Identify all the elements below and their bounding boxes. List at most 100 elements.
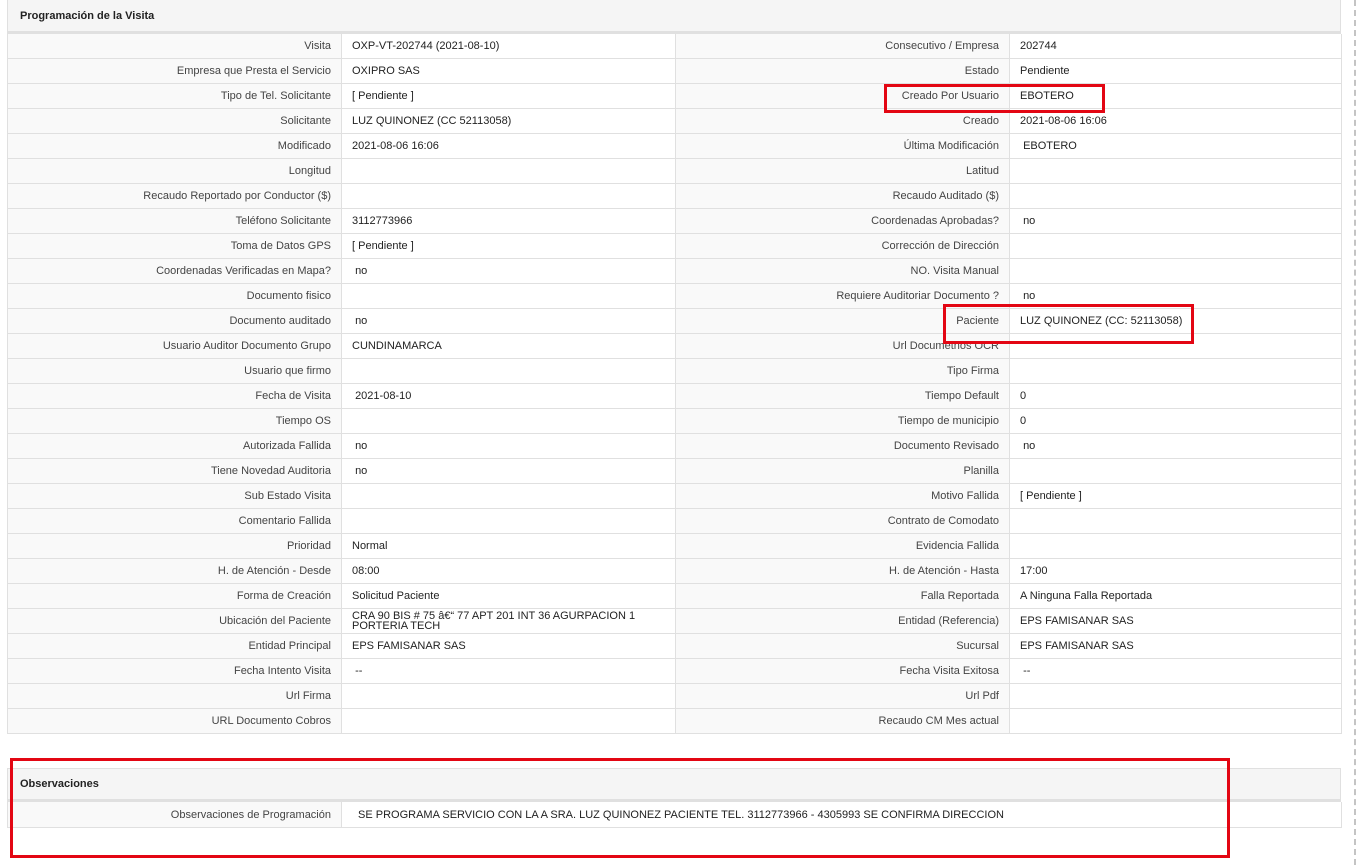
field-value-entidad-referencia: EPS FAMISANAR SAS <box>1010 609 1342 634</box>
field-label-documento-auditado: Documento auditado <box>8 309 342 334</box>
field-label-latitud: Latitud <box>676 159 1010 184</box>
field-label-paciente: Paciente <box>676 309 1010 334</box>
field-value-forma-de-creacion: Solicitud Paciente <box>342 584 676 609</box>
field-value-ultima-modificacion: EBOTERO <box>1010 134 1342 159</box>
field-label-recaudo-auditado: Recaudo Auditado ($) <box>676 184 1010 209</box>
field-label-entidad-principal: Entidad Principal <box>8 634 342 659</box>
field-label-h-de-atencion-desde: H. de Atención - Desde <box>8 559 342 584</box>
field-label-empresa-que-presta-el-servicio: Empresa que Presta el Servicio <box>8 59 342 84</box>
field-value-tiempo-de-municipio: 0 <box>1010 409 1342 434</box>
programacion-title: Programación de la Visita <box>7 0 1341 34</box>
field-value-sub-estado-visita <box>342 484 676 509</box>
field-value-comentario-fallida <box>342 509 676 534</box>
field-value-autorizada-fallida: no <box>342 434 676 459</box>
observaciones-value: SE PROGRAMA SERVICIO CON LA A SRA. LUZ Q… <box>342 802 1342 828</box>
field-label-no-visita-manual: NO. Visita Manual <box>676 259 1010 284</box>
field-label-documento-fisico: Documento fisico <box>8 284 342 309</box>
field-label-autorizada-fallida: Autorizada Fallida <box>8 434 342 459</box>
field-value-evidencia-fallida <box>1010 534 1342 559</box>
field-label-tiempo-default: Tiempo Default <box>676 384 1010 409</box>
field-value-tiempo-default: 0 <box>1010 384 1342 409</box>
field-label-consecutivo-empresa: Consecutivo / Empresa <box>676 34 1010 59</box>
field-label-url-pdf: Url Pdf <box>676 684 1010 709</box>
field-value-h-de-atencion-hasta: 17:00 <box>1010 559 1342 584</box>
field-label-solicitante: Solicitante <box>8 109 342 134</box>
field-label-usuario-que-firmo: Usuario que firmo <box>8 359 342 384</box>
field-label-visita: Visita <box>8 34 342 59</box>
field-label-fecha-visita-exitosa: Fecha Visita Exitosa <box>676 659 1010 684</box>
field-value-sucursal: EPS FAMISANAR SAS <box>1010 634 1342 659</box>
field-value-solicitante: LUZ QUINONEZ (CC 52113058) <box>342 109 676 134</box>
field-label-coordenadas-aprobadas: Coordenadas Aprobadas? <box>676 209 1010 234</box>
field-label-h-de-atencion-hasta: H. de Atención - Hasta <box>676 559 1010 584</box>
field-value-recaudo-reportado-por-conductor <box>342 184 676 209</box>
field-value-usuario-que-firmo <box>342 359 676 384</box>
field-label-requiere-auditoriar-documento: Requiere Auditoriar Documento ? <box>676 284 1010 309</box>
field-label-forma-de-creacion: Forma de Creación <box>8 584 342 609</box>
field-label-tipo-de-tel-solicitante: Tipo de Tel. Solicitante <box>8 84 342 109</box>
field-label-ultima-modificacion: Última Modificación <box>676 134 1010 159</box>
field-value-entidad-principal: EPS FAMISANAR SAS <box>342 634 676 659</box>
field-label-ubicacion-del-paciente: Ubicación del Paciente <box>8 609 342 634</box>
field-value-visita: OXP-VT-202744 (2021-08-10) <box>342 34 676 59</box>
field-label-tipo-firma: Tipo Firma <box>676 359 1010 384</box>
field-label-coordenadas-verificadas-en-mapa: Coordenadas Verificadas en Mapa? <box>8 259 342 284</box>
field-value-no-visita-manual <box>1010 259 1342 284</box>
field-value-fecha-visita-exitosa: -- <box>1010 659 1342 684</box>
field-label-recaudo-cm-mes-actual: Recaudo CM Mes actual <box>676 709 1010 734</box>
field-value-tipo-firma <box>1010 359 1342 384</box>
field-label-estado: Estado <box>676 59 1010 84</box>
field-label-motivo-fallida: Motivo Fallida <box>676 484 1010 509</box>
field-value-creado: 2021-08-06 16:06 <box>1010 109 1342 134</box>
field-value-consecutivo-empresa: 202744 <box>1010 34 1342 59</box>
field-value-paciente: LUZ QUINONEZ (CC: 52113058) <box>1010 309 1342 334</box>
field-value-recaudo-auditado <box>1010 184 1342 209</box>
field-value-h-de-atencion-desde: 08:00 <box>342 559 676 584</box>
field-label-recaudo-reportado-por-conductor: Recaudo Reportado por Conductor ($) <box>8 184 342 209</box>
field-value-url-documento-cobros <box>342 709 676 734</box>
field-label-toma-de-datos-gps: Toma de Datos GPS <box>8 234 342 259</box>
field-value-fecha-intento-visita: -- <box>342 659 676 684</box>
field-value-toma-de-datos-gps: [ Pendiente ] <box>342 234 676 259</box>
field-label-sub-estado-visita: Sub Estado Visita <box>8 484 342 509</box>
field-label-sucursal: Sucursal <box>676 634 1010 659</box>
field-value-empresa-que-presta-el-servicio: OXIPRO SAS <box>342 59 676 84</box>
field-value-contrato-de-comodato <box>1010 509 1342 534</box>
field-label-comentario-fallida: Comentario Fallida <box>8 509 342 534</box>
field-value-tipo-de-tel-solicitante: [ Pendiente ] <box>342 84 676 109</box>
field-value-prioridad: Normal <box>342 534 676 559</box>
field-value-url-documetnos-ocr <box>1010 334 1342 359</box>
programacion-panel: Programación de la Visita Visita OXP-VT-2… <box>7 0 1342 734</box>
field-label-contrato-de-comodato: Contrato de Comodato <box>676 509 1010 534</box>
field-value-url-firma <box>342 684 676 709</box>
field-label-tiene-novedad-auditoria: Tiene Novedad Auditoria <box>8 459 342 484</box>
field-label-fecha-de-visita: Fecha de Visita <box>8 384 342 409</box>
field-value-url-pdf <box>1010 684 1342 709</box>
field-label-tiempo-os: Tiempo OS <box>8 409 342 434</box>
observaciones-title: Observaciones <box>7 768 1341 802</box>
field-value-latitud <box>1010 159 1342 184</box>
observaciones-label: Observaciones de Programación <box>8 802 342 828</box>
field-label-documento-revisado: Documento Revisado <box>676 434 1010 459</box>
field-label-evidencia-fallida: Evidencia Fallida <box>676 534 1010 559</box>
field-value-tiene-novedad-auditoria: no <box>342 459 676 484</box>
field-value-modificado: 2021-08-06 16:06 <box>342 134 676 159</box>
field-value-documento-auditado: no <box>342 309 676 334</box>
field-label-url-documento-cobros: URL Documento Cobros <box>8 709 342 734</box>
field-label-tiempo-de-municipio: Tiempo de municipio <box>676 409 1010 434</box>
field-value-documento-revisado: no <box>1010 434 1342 459</box>
field-value-requiere-auditoriar-documento: no <box>1010 284 1342 309</box>
field-value-tiempo-os <box>342 409 676 434</box>
field-label-creado-por-usuario: Creado Por Usuario <box>676 84 1010 109</box>
field-label-prioridad: Prioridad <box>8 534 342 559</box>
field-value-planilla <box>1010 459 1342 484</box>
field-value-ubicacion-del-paciente: CRA 90 BIS # 75 â€“ 77 APT 201 INT 36 AG… <box>342 609 676 634</box>
field-value-usuario-auditor-documento-grupo: CUNDINAMARCA <box>342 334 676 359</box>
field-value-telefono-solicitante: 3112773966 <box>342 209 676 234</box>
programacion-details-grid: Visita OXP-VT-202744 (2021-08-10) Consecut… <box>7 34 1342 734</box>
field-label-longitud: Longitud <box>8 159 342 184</box>
field-label-creado: Creado <box>676 109 1010 134</box>
field-label-url-documetnos-ocr: Url Documetnos OCR <box>676 334 1010 359</box>
field-value-recaudo-cm-mes-actual <box>1010 709 1342 734</box>
field-value-documento-fisico <box>342 284 676 309</box>
